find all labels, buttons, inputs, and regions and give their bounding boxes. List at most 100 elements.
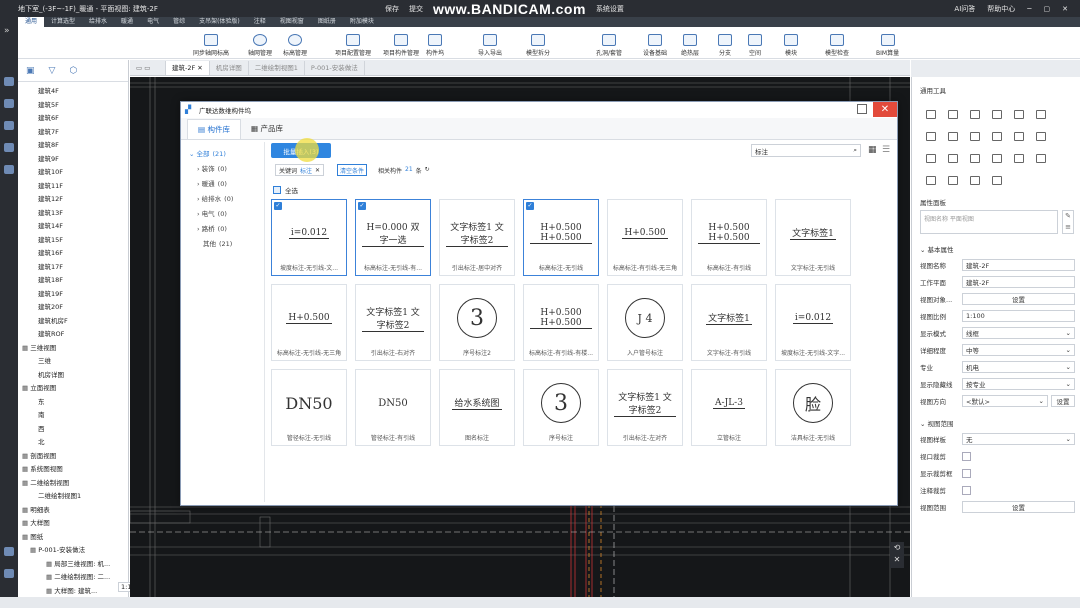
document-tab[interactable]: 二维绘制视图1: [249, 61, 305, 75]
tool-icon[interactable]: [948, 132, 958, 141]
tree-item-floor[interactable]: 建筑16F: [38, 247, 63, 257]
component-card[interactable]: J 4 入户管号标注: [607, 284, 683, 361]
range-set-button[interactable]: 设置: [962, 501, 1075, 513]
search-input[interactable]: 标注 ⌕: [751, 144, 861, 157]
component-card[interactable]: DN50 管径标注-有引线: [355, 369, 431, 446]
tool-icon[interactable]: [1036, 132, 1046, 141]
robot-icon[interactable]: [4, 547, 14, 556]
ribbon-button[interactable]: 设备基础: [643, 29, 667, 57]
component-card[interactable]: H+0.500 H+0.500 标高标注-有引线-有楼...: [523, 284, 599, 361]
menu-tab[interactable]: 管综: [166, 17, 192, 27]
menu-tab[interactable]: 计算选型: [44, 17, 82, 27]
property-value[interactable]: 机电 ⌄: [962, 361, 1075, 373]
system-settings-button[interactable]: 系统设置: [596, 4, 624, 14]
tool-icon[interactable]: [992, 132, 1002, 141]
tool-icon[interactable]: [926, 132, 936, 141]
ribbon-button[interactable]: 模型检查: [825, 29, 849, 57]
tree-item-floor[interactable]: 建筑4F: [38, 85, 59, 95]
ribbon-button[interactable]: 同步轴网标高: [193, 29, 229, 57]
component-card[interactable]: 脸洁具标注-无引线: [775, 369, 851, 446]
canvas-nav-controls[interactable]: ⟲ ✕: [890, 542, 904, 568]
tool-icon[interactable]: [970, 110, 980, 119]
component-card[interactable]: H+0.500 H+0.500 标高标注-有引线: [691, 199, 767, 276]
tree-item-3d-view[interactable]: ▦ 三维视图: [22, 342, 56, 352]
tab-close-icon[interactable]: ✕: [195, 64, 202, 72]
tree-item-floor[interactable]: 建筑10F: [38, 166, 63, 176]
tree-item-floor[interactable]: 建筑20F: [38, 301, 63, 311]
tool-icon[interactable]: [992, 176, 1002, 185]
card-checkbox[interactable]: ✓: [274, 202, 282, 210]
menu-tab[interactable]: 给排水: [82, 17, 114, 27]
close-icon[interactable]: ✕: [1062, 5, 1068, 13]
tool-icon[interactable]: [992, 154, 1002, 163]
list-icon[interactable]: [4, 143, 14, 152]
component-card[interactable]: H+0.500 H+0.500 ✓ 标高标注-无引线: [523, 199, 599, 276]
component-card[interactable]: H+0.500 标高标注-有引线-无三角: [607, 199, 683, 276]
component-card[interactable]: A-JL-3 立管标注: [691, 369, 767, 446]
property-value[interactable]: <默认> ⌄: [962, 395, 1048, 407]
tool-icon[interactable]: [1036, 154, 1046, 163]
property-value[interactable]: 中等 ⌄: [962, 344, 1075, 356]
tree-item-floor[interactable]: 建筑19F: [38, 288, 63, 298]
ribbon-button[interactable]: 标高管理: [283, 29, 307, 57]
ribbon-button[interactable]: 项目构件管理: [383, 29, 419, 57]
property-set-button[interactable]: 设置: [962, 293, 1075, 305]
tree-item-elev[interactable]: 北: [38, 436, 45, 446]
menu-tab[interactable]: 通用: [18, 17, 45, 27]
tab-nav-icons[interactable]: ▭ ▭: [130, 61, 166, 75]
dialog-tab[interactable]: ▦ 产品库: [241, 119, 293, 139]
tree-item-3d[interactable]: 机房详图: [38, 369, 64, 379]
tree-item-floor[interactable]: 建筑8F: [38, 139, 59, 149]
tree-item-drawing-sub[interactable]: ▦ 局部三维视图: 机...: [46, 558, 110, 568]
tool-icon[interactable]: [1014, 154, 1024, 163]
category-item[interactable]: ⌄ 全部 (21): [189, 148, 226, 158]
component-card[interactable]: 文字标签1 文字标签2 引出标注-左对齐: [607, 369, 683, 446]
menu-tab[interactable]: 暖通: [114, 17, 140, 27]
tool-icon[interactable]: [926, 110, 936, 119]
property-value[interactable]: 1:100: [962, 310, 1075, 322]
ribbon-button[interactable]: 导入导出: [478, 29, 502, 57]
component-card[interactable]: i=0.012 坡度标注-无引线-文字...: [775, 284, 851, 361]
select-all-checkbox[interactable]: [273, 186, 281, 194]
card-checkbox[interactable]: ✓: [358, 202, 366, 210]
range-checkbox[interactable]: [962, 485, 971, 495]
submit-button[interactable]: 提交: [409, 4, 423, 14]
component-card[interactable]: H=0.000 双字一选 ✓ 标高标注-无引线-有...: [355, 199, 431, 276]
dialog-maximize-icon[interactable]: [857, 104, 867, 114]
ai-assistant-button[interactable]: AI问答: [954, 4, 975, 14]
property-value[interactable]: 建筑-2F: [962, 259, 1075, 271]
range-checkbox[interactable]: [962, 451, 971, 461]
bell-icon[interactable]: [4, 569, 14, 578]
category-item[interactable]: › 装饰 (0): [197, 163, 227, 173]
gear-icon[interactable]: [4, 99, 14, 108]
file-icon[interactable]: [4, 121, 14, 130]
help-center-button[interactable]: 帮助中心: [987, 4, 1015, 14]
type-edit-icon[interactable]: ✎ ≡: [1062, 210, 1074, 234]
tree-item-floor[interactable]: 建筑13F: [38, 207, 63, 217]
menu-tab[interactable]: 视图视窗: [273, 17, 311, 27]
tool-icon[interactable]: [992, 110, 1002, 119]
component-card[interactable]: 3 序号标注: [523, 369, 599, 446]
tree-item-floor[interactable]: 建筑5F: [38, 99, 59, 109]
expand-icon[interactable]: »: [4, 26, 14, 36]
component-card[interactable]: H+0.500 标高标注-无引线-无三角: [271, 284, 347, 361]
tool-icon[interactable]: [1014, 110, 1024, 119]
tree-item-2d-view[interactable]: ▦ 二维绘制视图: [22, 477, 69, 487]
save-button[interactable]: 保存: [385, 4, 399, 14]
tree-item-elev[interactable]: 西: [38, 423, 45, 433]
menu-tab[interactable]: 附加模块: [343, 17, 381, 27]
property-value[interactable]: 按专业 ⌄: [962, 378, 1075, 390]
ribbon-button[interactable]: 项目配置管理: [335, 29, 371, 57]
ribbon-button[interactable]: 模块: [784, 29, 798, 57]
tool-icon[interactable]: [1014, 132, 1024, 141]
tree-item-floor[interactable]: 建筑17F: [38, 261, 63, 271]
ribbon-button[interactable]: BIM算量: [876, 29, 899, 57]
grid-view-icon[interactable]: ▦: [868, 145, 877, 155]
tree-item-elev[interactable]: 东: [38, 396, 45, 406]
category-item[interactable]: › 给排水 (0): [197, 193, 233, 203]
tree-item-drawing-sub[interactable]: ▦ 大样图: 建筑...: [46, 585, 97, 595]
panel-icon[interactable]: ▣: [26, 66, 35, 76]
tree-item-elev[interactable]: 南: [38, 409, 45, 419]
category-item[interactable]: › 路桥 (0): [197, 223, 227, 233]
ribbon-button[interactable]: 轴网管理: [248, 29, 272, 57]
